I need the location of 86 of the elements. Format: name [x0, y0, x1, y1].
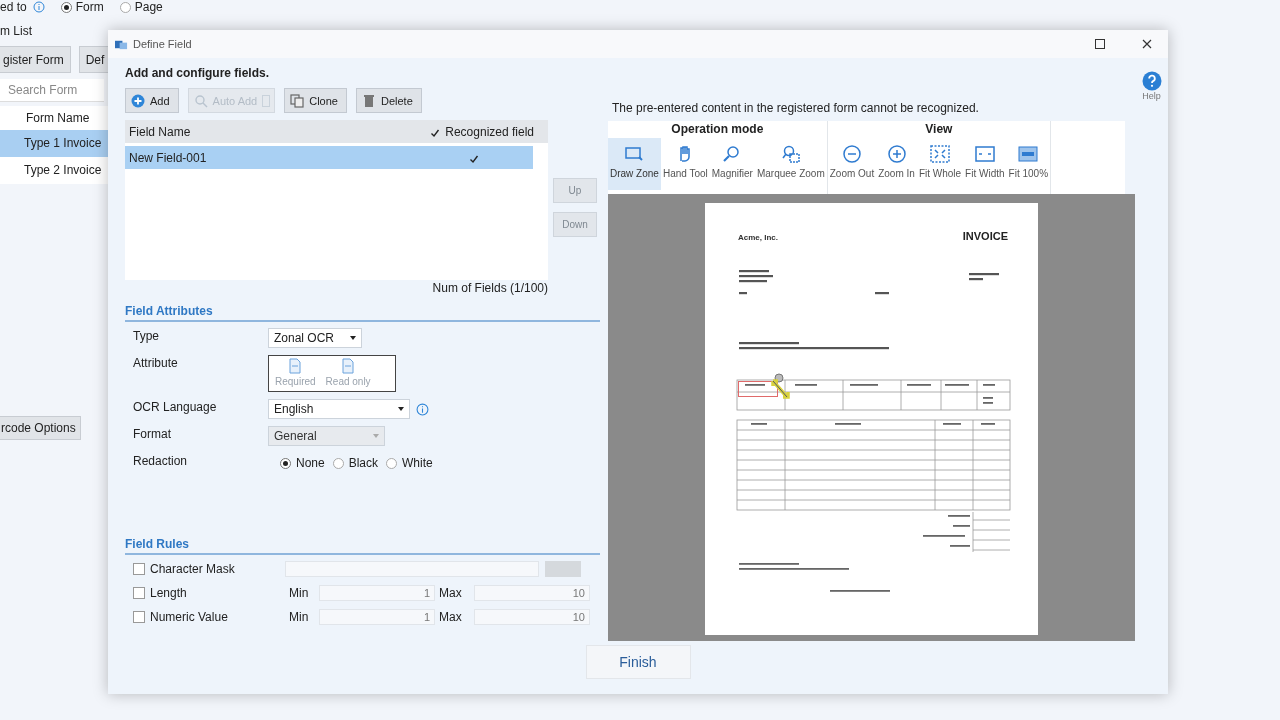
marquee-zoom-icon — [780, 144, 801, 164]
info-message: The pre-entered content in the registered form cannot be recognized. — [611, 101, 980, 116]
close-icon — [1142, 39, 1152, 49]
radio-label: Black — [348, 456, 379, 470]
tool-button[interactable]: Fit 100% — [1006, 138, 1051, 190]
form-list-item[interactable]: Type 2 Invoice — [0, 157, 108, 184]
section-title: Field Rules — [125, 537, 189, 551]
info-icon — [32, 1, 45, 13]
radio-label: White — [402, 456, 433, 470]
max-label: Max — [438, 585, 463, 600]
column-header: Form Name — [0, 106, 108, 130]
checkbox[interactable] — [133, 586, 145, 599]
tool-button[interactable]: Fit Width — [963, 138, 1007, 190]
field-label: Redaction — [133, 453, 189, 470]
fit-actual-size-icon — [1018, 144, 1039, 164]
form-list-item[interactable]: Type 1 Invoice — [0, 130, 108, 157]
toolbar-button[interactable]: Delete — [356, 88, 422, 113]
field-label: Format — [133, 426, 172, 443]
finish-button[interactable]: Finish — [585, 645, 691, 679]
tool-button[interactable]: Fit Whole — [916, 138, 964, 190]
radio-label: None — [296, 456, 325, 470]
field-name: New Field-001 — [129, 150, 207, 165]
company-name: Acme, Inc. — [738, 233, 778, 242]
checkbox[interactable] — [133, 610, 145, 623]
tool-button[interactable]: Marquee Zoom — [754, 138, 827, 190]
window-title: Define Field — [133, 38, 192, 50]
maximize-icon — [1095, 39, 1105, 49]
tool-button[interactable]: Zoom In — [876, 138, 917, 190]
document-icon — [341, 358, 356, 374]
radio-label: Page — [134, 0, 163, 14]
radio-button[interactable] — [386, 457, 398, 469]
resize-cursor-icon — [770, 373, 792, 401]
dropdown[interactable]: Zonal OCR — [268, 328, 362, 348]
max-label: Max — [438, 609, 463, 624]
min-label: Min — [288, 609, 310, 624]
invoice-title: INVOICE — [962, 230, 1008, 242]
add-icon — [131, 93, 145, 108]
radio-button[interactable] — [280, 457, 291, 469]
toolbar-button[interactable]: gister Form — [0, 46, 71, 73]
list-title: m List — [0, 24, 33, 38]
fit-width-icon — [974, 144, 995, 164]
radio-button[interactable] — [60, 1, 72, 13]
min-field[interactable]: 1 — [319, 584, 435, 601]
route-label: ed to — [0, 0, 27, 14]
tool-button[interactable]: Hand Tool — [660, 138, 710, 190]
column-header: Recognized field — [445, 124, 534, 139]
dropdown-icon — [262, 94, 271, 107]
max-field[interactable]: 10 — [474, 608, 590, 625]
radio-button[interactable] — [332, 457, 344, 469]
group-title: Operation mode — [670, 121, 765, 138]
drawn-zone — [738, 381, 778, 397]
field-row[interactable]: New Field-001 — [125, 146, 533, 169]
options-button[interactable]: rcode Options — [0, 416, 81, 440]
document-icon — [288, 358, 303, 374]
zoom-out-icon — [841, 144, 862, 164]
search-field[interactable]: Search Form — [0, 79, 104, 102]
field-label: Type — [133, 328, 160, 345]
rule-label: Length — [150, 585, 187, 600]
copy-icon — [290, 93, 305, 108]
radio-label: Form — [75, 0, 104, 14]
section-title: Field Attributes — [125, 304, 213, 318]
tool-button[interactable]: Zoom Out — [827, 138, 877, 190]
toolbar-button[interactable]: Clone — [284, 88, 347, 113]
field-count: Num of Fields (1/100) — [431, 281, 548, 295]
magnifier-icon — [193, 93, 208, 108]
min-label: Min — [288, 585, 310, 600]
rule-label: Numeric Value — [150, 609, 228, 624]
field-label: Attribute — [133, 355, 179, 372]
max-field[interactable]: 10 — [474, 584, 590, 601]
tool-button[interactable]: Magnifier — [709, 138, 755, 190]
rule-label: Character Mask — [150, 561, 235, 576]
zoom-in-icon — [886, 144, 907, 164]
help-button[interactable]: Help — [1141, 71, 1162, 105]
radio-button[interactable] — [119, 1, 131, 13]
fit-whole-icon — [930, 144, 950, 164]
help-icon — [1141, 71, 1162, 91]
checkbox[interactable] — [133, 562, 145, 575]
field-label: OCR Language — [133, 399, 218, 416]
trash-icon — [362, 93, 376, 108]
toolbar-button[interactable]: Add — [125, 88, 179, 113]
tool-button[interactable]: Draw Zone — [608, 138, 661, 190]
min-field[interactable]: 1 — [319, 608, 435, 625]
section-heading: Add and configure fields. — [125, 66, 270, 81]
dropdown[interactable]: English — [268, 399, 410, 419]
group-title: View — [924, 121, 954, 138]
column-header: Field Name — [129, 124, 191, 139]
